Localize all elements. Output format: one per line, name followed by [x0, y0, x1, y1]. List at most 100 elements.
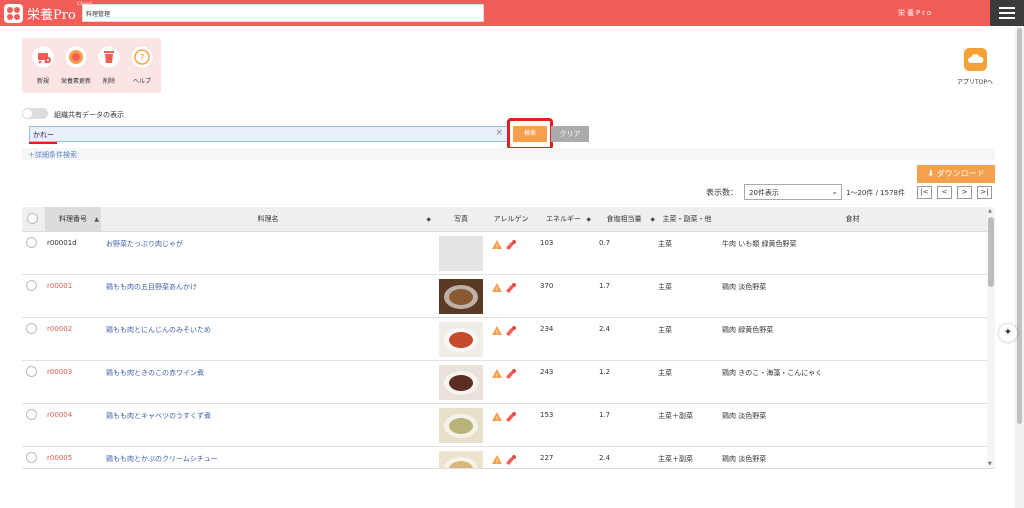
allergen-icons: !	[492, 365, 518, 380]
prev-page-button[interactable]: <	[937, 186, 952, 199]
recipe-photo[interactable]	[439, 279, 483, 314]
energy-value: 227	[540, 454, 554, 462]
recipe-code[interactable]: r00001d	[47, 239, 77, 247]
svg-text:!: !	[496, 330, 498, 337]
col-name-header[interactable]: 料理名 ◆	[101, 207, 435, 232]
hamburger-menu-icon[interactable]	[990, 0, 1024, 26]
new-button[interactable]: 新規	[29, 46, 57, 85]
col-salt-header[interactable]: 食塩相当量 ◆	[592, 207, 656, 232]
row-select-radio[interactable]	[26, 452, 37, 463]
row-select-radio[interactable]	[26, 280, 37, 291]
recipe-table: 料理番号 ▲ 料理名 ◆ 写真 アレルゲン エネルギー ◆ 食塩相当量 ◆ 主菜・副…	[22, 207, 995, 469]
recipe-photo[interactable]	[439, 322, 483, 357]
dish-category: 主菜＋副菜	[658, 412, 693, 420]
salt-value: 1.2	[599, 368, 611, 376]
trash-icon	[98, 46, 120, 68]
nutrient-icon	[65, 46, 87, 68]
detail-search-bar	[22, 148, 995, 160]
row-select-radio[interactable]	[26, 237, 37, 248]
page-size-select[interactable]: 20件表示 ⌄	[744, 184, 842, 200]
col-category-header: 主菜・副菜・他	[662, 215, 712, 223]
recipe-name-link[interactable]: お野菜たっぷり肉じゃが	[106, 239, 183, 249]
dish-category: 主菜	[658, 240, 672, 248]
recipe-photo[interactable]	[439, 365, 483, 400]
page-scroll-thumb[interactable]	[1017, 28, 1022, 424]
search-button[interactable]: 検索	[513, 126, 547, 142]
search-highlight-underline	[29, 142, 57, 144]
col-energy-header[interactable]: エネルギー ◆	[535, 207, 592, 232]
detail-search-link[interactable]: ＋詳細条件検索	[28, 150, 77, 160]
table-row[interactable]: r00005 鶏もも肉とかぶのクリームシチュー ! 227 2.4 主菜＋副菜 …	[22, 447, 987, 468]
top-search-input[interactable]: 料理管理	[82, 4, 484, 22]
clear-input-icon[interactable]: ×	[495, 128, 503, 138]
recipe-name-link[interactable]: 鶏もも肉とにんじんのみそいため	[106, 325, 211, 335]
clear-button[interactable]: クリア	[551, 126, 589, 142]
recipe-photo[interactable]	[439, 451, 483, 468]
recipe-code[interactable]: r00002	[47, 325, 72, 333]
help-button[interactable]: ? ヘルプ	[128, 46, 156, 85]
salt-value: 0.7	[599, 239, 611, 247]
table-row[interactable]: r00002 鶏もも肉とにんじんのみそいため ! 234 2.4 主菜 鶏肉 緑…	[22, 318, 987, 361]
table-row[interactable]: r00003 鶏もも肉ときのこの赤ワイン煮 ! 243 1.2 主菜 鶏肉 きの…	[22, 361, 987, 404]
recipe-code[interactable]: r00003	[47, 368, 72, 376]
page-scrollbar[interactable]	[1015, 26, 1024, 508]
salt-value: 2.4	[599, 325, 611, 333]
recipe-name-link[interactable]: 鶏もも肉とキャベツのうすくず煮	[106, 411, 211, 421]
ingredients: 鶏肉 淡色野菜	[722, 455, 767, 463]
search-input[interactable]	[33, 129, 483, 140]
logo-mark-icon	[4, 3, 23, 23]
action-toolbar: 新規 栄養素更新 削除 ? ヘルプ	[22, 38, 161, 93]
svg-text:!: !	[496, 459, 498, 466]
salt-value: 1.7	[599, 411, 611, 419]
row-select-radio[interactable]	[26, 323, 37, 334]
delete-button[interactable]: 削除	[95, 46, 123, 85]
row-select-radio[interactable]	[26, 409, 37, 420]
app-top-button[interactable]: アプリTOPへ	[955, 48, 995, 86]
recipe-code[interactable]: r00001	[47, 282, 72, 290]
ingredients: 牛肉 いも類 緑黄色野菜	[722, 240, 797, 248]
energy-value: 243	[540, 368, 554, 376]
row-select-radio[interactable]	[26, 366, 37, 377]
shared-data-toggle[interactable]	[22, 108, 48, 119]
sparkle-icon[interactable]: ✦	[999, 324, 1017, 342]
table-header: 料理番号 ▲ 料理名 ◆ 写真 アレルゲン エネルギー ◆ 食塩相当量 ◆ 主菜・副…	[22, 207, 987, 232]
table-row[interactable]: r00004 鶏もも肉とキャベツのうすくず煮 ! 153 1.7 主菜＋副菜 鶏…	[22, 404, 987, 447]
recipe-code[interactable]: r00005	[47, 454, 72, 462]
table-row[interactable]: r00001d お野菜たっぷり肉じゃが ! 103 0.7 主菜 牛肉 いも類 …	[22, 232, 987, 275]
next-page-button[interactable]: >	[957, 186, 972, 199]
ingredients: 鶏肉 淡色野菜	[722, 412, 767, 420]
table-row[interactable]: r00001 鶏もも肉の五目野菜あんかけ ! 370 1.7 主菜 鶏肉 淡色野…	[22, 275, 987, 318]
top-brand-label: 栄養Pro	[898, 9, 934, 17]
scroll-up-icon[interactable]: ▲	[988, 208, 992, 214]
recipe-name-link[interactable]: 鶏もも肉とかぶのクリームシチュー	[106, 454, 218, 464]
logo-text: 栄養Pro	[27, 7, 76, 23]
table-scrollbar[interactable]: ▲ ▼	[987, 207, 995, 468]
svg-text:!: !	[496, 287, 498, 294]
last-page-button[interactable]: >|	[977, 186, 992, 199]
energy-value: 370	[540, 282, 554, 290]
help-icon: ?	[131, 46, 153, 68]
app-top-label: アプリTOPへ	[956, 79, 993, 86]
select-all-radio[interactable]	[27, 213, 38, 224]
search-field: ×	[29, 126, 508, 142]
cart-add-icon	[32, 46, 54, 68]
top-bar: 栄養Pro Cloud 料理管理 栄養Pro	[0, 0, 1024, 26]
scroll-down-icon[interactable]: ▼	[988, 461, 992, 467]
page-size-value: 20件表示	[749, 189, 779, 197]
chevron-down-icon: ⌄	[831, 187, 838, 196]
recipe-code[interactable]: r00004	[47, 411, 72, 419]
sort-icon: ◆	[426, 216, 431, 223]
recipe-name-link[interactable]: 鶏もも肉の五目野菜あんかけ	[106, 282, 197, 292]
col-photo-header: 写真	[454, 215, 468, 223]
dish-category: 主菜	[658, 369, 672, 377]
first-page-button[interactable]: |<	[917, 186, 932, 199]
col-code-header[interactable]: 料理番号 ▲	[45, 207, 101, 232]
recipe-photo[interactable]	[439, 408, 483, 443]
download-button[interactable]: ⬇ ダウンロード	[917, 165, 995, 183]
help-button-label: ヘルプ	[132, 78, 151, 85]
recipe-name-link[interactable]: 鶏もも肉ときのこの赤ワイン煮	[106, 368, 204, 378]
download-label: ダウンロード	[936, 169, 985, 178]
app-logo[interactable]: 栄養Pro Cloud	[4, 1, 92, 23]
table-scroll-thumb[interactable]	[988, 217, 994, 287]
nutrient-update-button[interactable]: 栄養素更新	[61, 46, 91, 85]
